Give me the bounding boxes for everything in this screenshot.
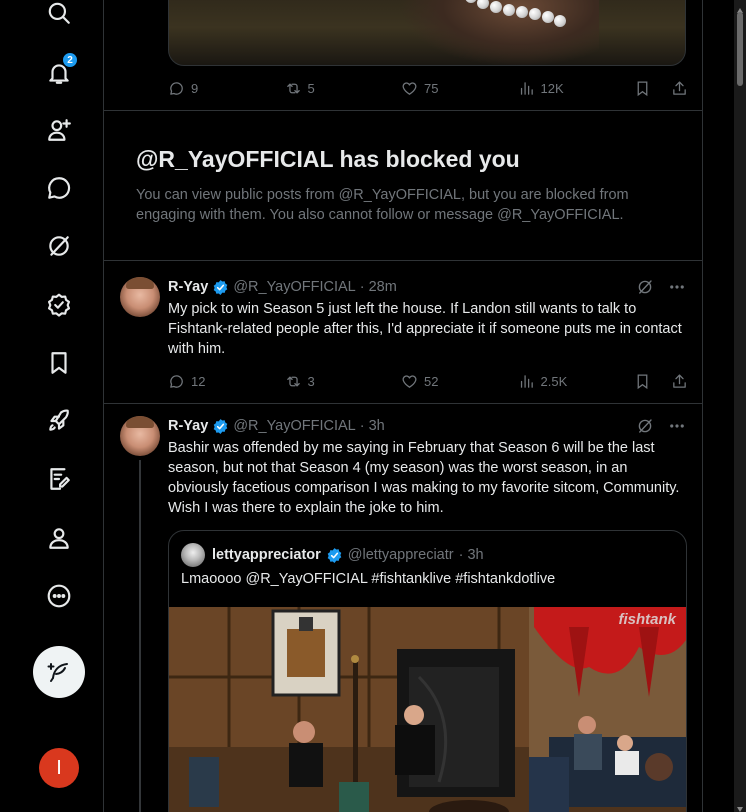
follow-add-icon[interactable] xyxy=(44,115,74,145)
scrollbar[interactable] xyxy=(734,0,746,812)
articles-icon[interactable] xyxy=(44,464,74,494)
bookmark-icon xyxy=(637,373,648,389)
reply-icon xyxy=(170,81,183,95)
like-button[interactable]: 52 xyxy=(401,373,518,390)
timeline: 9 5 75 12K @R_YayOFFICIAL has blocked yo… xyxy=(103,0,703,812)
grok-icon[interactable] xyxy=(636,278,654,296)
divider xyxy=(104,110,702,111)
tweet-header: R-Yay @R_YayOFFICIAL · 3h xyxy=(168,416,385,436)
bookmark-icon xyxy=(637,80,648,96)
verified-badge-icon xyxy=(326,547,343,564)
reply-icon xyxy=(170,374,183,388)
author-handle[interactable]: @R_YayOFFICIAL xyxy=(233,279,355,295)
repost-icon xyxy=(286,376,300,386)
quote-author-avatar[interactable] xyxy=(181,543,205,567)
reply-button[interactable]: 12 xyxy=(168,373,285,390)
repost-button[interactable]: 3 xyxy=(285,373,402,390)
repost-icon xyxy=(286,83,300,93)
bookmarks-icon[interactable] xyxy=(44,348,74,378)
quote-header: lettyappreciator @lettyappreciatr · 3h xyxy=(181,543,484,567)
views-button[interactable]: 2.5K xyxy=(518,373,635,390)
blocked-notice-description: You can view public posts from @R_YayOFF… xyxy=(136,187,629,223)
quote-author-handle[interactable]: @lettyappreciatr xyxy=(348,547,454,563)
verified-badge-icon[interactable] xyxy=(212,279,229,296)
notifications-badge: 2 xyxy=(62,52,78,68)
scroll-down-arrow-icon[interactable] xyxy=(736,800,744,812)
rocket-icon[interactable] xyxy=(44,406,74,436)
tweet-author-avatar[interactable] xyxy=(120,416,160,456)
bookmark-button[interactable] xyxy=(634,80,651,97)
share-icon xyxy=(673,80,686,95)
reply-button[interactable]: 9 xyxy=(168,80,285,97)
feather-plus-icon xyxy=(47,663,68,682)
profile-icon[interactable] xyxy=(44,523,74,553)
like-button[interactable]: 75 xyxy=(401,80,518,97)
quote-media-image[interactable]: fishtank xyxy=(169,607,686,812)
quote-text: Lmaoooo @R_YayOFFICIAL #fishtanklive #fi… xyxy=(181,571,556,587)
repost-count: 5 xyxy=(307,80,315,96)
share-button[interactable] xyxy=(671,80,688,97)
fishtank-watermark: fishtank xyxy=(618,611,676,628)
views-icon xyxy=(520,374,533,388)
notifications-icon[interactable]: 2 xyxy=(44,52,78,88)
share-button[interactable] xyxy=(671,373,688,390)
sidebar-nav: 2 I xyxy=(0,0,104,812)
bookmark-button[interactable] xyxy=(634,373,651,390)
reply-count: 12 xyxy=(191,373,206,389)
verified-badge-icon[interactable] xyxy=(212,418,229,435)
account-avatar[interactable]: I xyxy=(39,748,79,788)
divider xyxy=(104,403,702,404)
post-media-image[interactable] xyxy=(168,0,686,66)
author-handle[interactable]: @R_YayOFFICIAL xyxy=(233,418,355,434)
views-button[interactable]: 12K xyxy=(518,80,635,97)
divider xyxy=(104,260,702,261)
tweet-author-avatar[interactable] xyxy=(120,277,160,317)
pearl-necklace xyxy=(457,0,567,27)
compose-post-button[interactable] xyxy=(33,646,85,698)
heart-icon xyxy=(402,374,417,388)
verified-orgs-icon[interactable] xyxy=(44,290,74,320)
fishtank-room-scene xyxy=(169,607,686,812)
author-name[interactable]: R-Yay xyxy=(168,279,208,295)
repost-button[interactable]: 5 xyxy=(285,80,402,97)
tweet-header: R-Yay @R_YayOFFICIAL · 28m xyxy=(168,277,397,297)
tweet-timestamp[interactable]: · 3h xyxy=(360,418,385,434)
grok-icon[interactable] xyxy=(44,231,74,261)
more-options-icon[interactable] xyxy=(668,417,686,435)
tweet-actions: 12 3 52 2.5K xyxy=(168,371,688,391)
tweet-text: Bashir was offended by me saying in Febr… xyxy=(168,440,680,516)
author-name[interactable]: R-Yay xyxy=(168,418,208,434)
quoted-post[interactable]: lettyappreciator @lettyappreciatr · 3h L… xyxy=(168,530,687,812)
search-icon[interactable] xyxy=(44,0,74,28)
like-count: 75 xyxy=(424,80,439,96)
views-icon xyxy=(520,81,533,95)
like-count: 52 xyxy=(424,373,439,389)
share-icon xyxy=(673,373,686,388)
scroll-up-arrow-icon[interactable] xyxy=(736,2,744,13)
messages-icon[interactable] xyxy=(44,173,74,203)
more-icon[interactable] xyxy=(44,581,74,611)
quote-timestamp[interactable]: · 3h xyxy=(459,547,484,563)
quote-author-name[interactable]: lettyappreciator xyxy=(212,547,321,563)
heart-icon xyxy=(402,81,417,95)
scrollbar-thumb[interactable] xyxy=(737,12,743,86)
views-count: 12K xyxy=(540,80,564,96)
more-options-icon[interactable] xyxy=(668,278,686,296)
blocked-notice-title: @R_YayOFFICIAL has blocked you xyxy=(136,146,520,172)
tweet-timestamp[interactable]: · 28m xyxy=(360,279,397,295)
thread-line xyxy=(139,460,141,812)
post-actions: 9 5 75 12K xyxy=(168,78,688,98)
repost-count: 3 xyxy=(307,373,315,389)
tweet-text: My pick to win Season 5 just left the ho… xyxy=(168,301,682,357)
reply-count: 9 xyxy=(191,80,199,96)
views-count: 2.5K xyxy=(540,373,568,389)
grok-icon[interactable] xyxy=(636,417,654,435)
